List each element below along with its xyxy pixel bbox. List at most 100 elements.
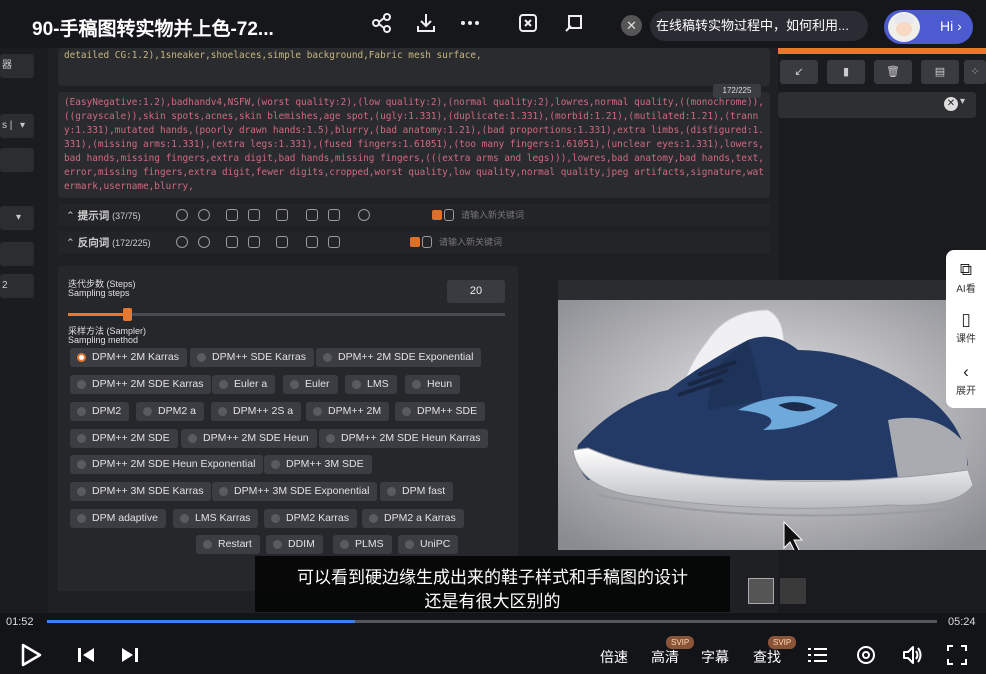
side-menu-courseware[interactable]: ▯ 课件 bbox=[946, 310, 986, 345]
download-icon[interactable] bbox=[414, 12, 438, 36]
history-icon[interactable] bbox=[226, 236, 238, 248]
sampler-option[interactable]: DPM++ 2M bbox=[306, 402, 390, 421]
speed-button[interactable]: 倍速 bbox=[600, 647, 628, 667]
negative-row-label[interactable]: ⌃ 反向词 (172/225) bbox=[66, 235, 151, 250]
sampler-option[interactable]: DPM++ 3M SDE Karras bbox=[70, 482, 212, 501]
steps-slider[interactable] bbox=[68, 313, 505, 316]
sidebar-field-2[interactable] bbox=[0, 242, 34, 266]
more-icon[interactable] bbox=[458, 12, 482, 36]
side-menu-ai[interactable]: ⧉ AI看 bbox=[946, 260, 986, 295]
sampler-option-label: DPM++ 2M SDE Heun bbox=[203, 432, 309, 444]
previous-icon[interactable] bbox=[76, 643, 96, 673]
generate-button[interactable] bbox=[778, 48, 986, 54]
sampler-option[interactable]: DPM2 a bbox=[136, 402, 204, 421]
clipboard-icon[interactable]: ▤ bbox=[921, 60, 959, 84]
volume-icon[interactable] bbox=[901, 643, 925, 673]
bookmark-icon[interactable] bbox=[248, 236, 260, 248]
send-icon[interactable]: ↙ bbox=[780, 60, 818, 84]
pin-icon[interactable] bbox=[562, 12, 586, 36]
settings-icon[interactable] bbox=[198, 236, 210, 248]
sampler-option[interactable]: UniPC bbox=[398, 535, 459, 554]
sidebar-dropdown-2[interactable]: ▾ bbox=[0, 206, 34, 230]
sampler-option[interactable]: DPM fast bbox=[380, 482, 454, 501]
trash-icon[interactable] bbox=[328, 209, 340, 221]
sampler-option[interactable]: PLMS bbox=[333, 535, 392, 554]
sampler-option[interactable]: DPM++ 2M Karras bbox=[70, 348, 187, 367]
openai-icon[interactable] bbox=[358, 209, 370, 221]
image-thumbnail[interactable] bbox=[748, 578, 774, 604]
sampler-option[interactable]: DPM++ 2M SDE Heun Exponential bbox=[70, 455, 264, 474]
keyword-input[interactable]: 请输入新关键词 bbox=[439, 235, 502, 248]
fullscreen-icon[interactable] bbox=[946, 643, 968, 673]
sampler-option[interactable]: DPM2 a Karras bbox=[362, 509, 464, 528]
sampler-option[interactable]: DPM++ 3M SDE Exponential bbox=[212, 482, 378, 501]
sampler-option[interactable]: DPM++ 3M SDE bbox=[264, 455, 372, 474]
screenshot-icon[interactable] bbox=[516, 12, 540, 36]
sampler-option[interactable]: LMS bbox=[345, 375, 397, 394]
bookmark-icon[interactable] bbox=[248, 209, 260, 221]
sidebar-item[interactable]: 器 bbox=[0, 54, 34, 78]
history-icon[interactable] bbox=[226, 209, 238, 221]
globe-icon[interactable] bbox=[176, 209, 188, 221]
radio-icon bbox=[352, 380, 361, 389]
sampler-option[interactable]: Euler bbox=[283, 375, 338, 394]
apps-icon[interactable]: ⁘ bbox=[964, 60, 986, 84]
question-pill[interactable]: 在线稿转实物过程中，如何利用... bbox=[650, 11, 868, 41]
panel-icon[interactable] bbox=[444, 209, 454, 221]
sidebar-dropdown[interactable]: s | ▾ bbox=[0, 114, 34, 138]
sampler-option[interactable]: DPM++ 2M SDE bbox=[70, 429, 178, 448]
sampler-option[interactable]: LMS Karras bbox=[173, 509, 259, 528]
sampler-option[interactable]: DPM2 Karras bbox=[264, 509, 358, 528]
keyword-checkbox[interactable] bbox=[410, 237, 420, 247]
share-icon[interactable] bbox=[370, 12, 394, 36]
search-button[interactable]: 查找 bbox=[753, 647, 781, 667]
quality-button[interactable]: 高清 bbox=[651, 647, 679, 667]
sampler-option[interactable]: DPM++ 2M SDE Exponential bbox=[316, 348, 482, 367]
sidebar-item-2[interactable]: 2 bbox=[0, 274, 34, 298]
sampler-option[interactable]: DPM++ 2M SDE Heun Karras bbox=[319, 429, 489, 448]
subtitle-button[interactable]: 字幕 bbox=[701, 647, 729, 667]
copy-icon[interactable] bbox=[306, 209, 318, 221]
assistant-button[interactable]: Hi › bbox=[884, 10, 973, 44]
close-question-icon[interactable]: ✕ bbox=[621, 15, 642, 36]
side-menu-expand[interactable]: ‹ 展开 bbox=[946, 362, 986, 397]
sampler-option[interactable]: DPM adaptive bbox=[70, 509, 166, 528]
sidebar-dropdown-label: s | bbox=[2, 120, 13, 131]
positive-row-label[interactable]: ⌃ 提示词 (37/75) bbox=[66, 208, 141, 223]
trash-icon[interactable] bbox=[328, 236, 340, 248]
caret-down-icon: ▾ bbox=[16, 212, 22, 223]
playlist-icon[interactable] bbox=[808, 643, 828, 673]
import-icon[interactable] bbox=[276, 209, 288, 221]
globe-icon[interactable] bbox=[176, 236, 188, 248]
sampler-option-label: DPM++ 2M bbox=[328, 405, 382, 417]
style-select[interactable]: ✕ ▾ bbox=[778, 92, 976, 118]
keyword-input[interactable]: 请输入新关键词 bbox=[461, 208, 524, 221]
sampler-option[interactable]: Euler a bbox=[212, 375, 276, 394]
sampler-option[interactable]: Restart bbox=[196, 535, 260, 554]
sampler-option[interactable]: Heun bbox=[405, 375, 461, 394]
settings-icon[interactable] bbox=[198, 209, 210, 221]
panel-icon[interactable] bbox=[422, 236, 432, 248]
keyword-checkbox[interactable] bbox=[432, 210, 442, 220]
sampler-option[interactable]: DDIM bbox=[266, 535, 323, 554]
sampler-option[interactable]: DPM2 bbox=[70, 402, 130, 421]
radio-icon bbox=[219, 380, 228, 389]
document-icon[interactable]: ▮ bbox=[827, 60, 865, 84]
import-icon[interactable] bbox=[276, 236, 288, 248]
steps-input[interactable]: 20 bbox=[447, 280, 505, 303]
sampler-option[interactable]: DPM++ SDE bbox=[395, 402, 486, 421]
sampler-option[interactable]: DPM++ 2M SDE Heun bbox=[181, 429, 317, 448]
clear-icon[interactable]: ✕ bbox=[944, 97, 958, 111]
steps-slider-handle[interactable] bbox=[123, 308, 132, 321]
sampler-option[interactable]: DPM++ 2S a bbox=[211, 402, 302, 421]
sidebar-field[interactable] bbox=[0, 148, 34, 172]
play-icon[interactable] bbox=[20, 643, 42, 673]
sampler-option[interactable]: DPM++ 2M SDE Karras bbox=[70, 375, 212, 394]
next-icon[interactable] bbox=[120, 643, 140, 673]
danmaku-icon[interactable] bbox=[855, 643, 877, 673]
sampler-option[interactable]: DPM++ SDE Karras bbox=[190, 348, 314, 367]
trash-icon[interactable]: 🗑 bbox=[874, 60, 912, 84]
caret-down-icon: ▾ bbox=[960, 96, 966, 107]
copy-icon[interactable] bbox=[306, 236, 318, 248]
image-thumbnail-2[interactable] bbox=[780, 578, 806, 604]
